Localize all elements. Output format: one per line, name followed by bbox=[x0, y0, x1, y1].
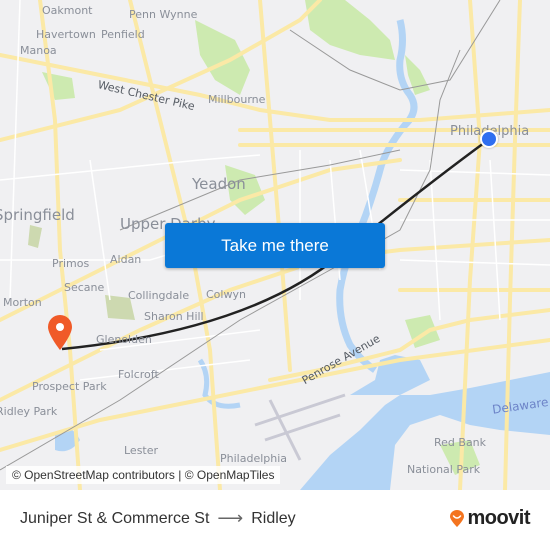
take-me-there-button[interactable]: Take me there bbox=[165, 223, 385, 268]
place-label: Penfield bbox=[101, 28, 145, 41]
arrow-right-icon: ⟶ bbox=[217, 508, 244, 528]
map-pin-icon bbox=[48, 315, 72, 350]
place-label: National Park bbox=[407, 463, 481, 476]
place-label: Lester bbox=[124, 444, 159, 457]
origin-marker[interactable] bbox=[480, 130, 498, 148]
place-label: Yeadon bbox=[192, 175, 246, 193]
place-label: Penn Wynne bbox=[129, 8, 198, 21]
place-label: Springfield bbox=[0, 206, 75, 224]
place-label: Sharon Hill bbox=[144, 310, 204, 323]
place-label: Folcroft bbox=[118, 368, 159, 381]
schuylkill-river bbox=[336, 19, 418, 373]
place-label: Aldan bbox=[110, 253, 142, 266]
park-west bbox=[42, 72, 75, 100]
place-label: Manoa bbox=[20, 44, 57, 57]
moovit-wordmark: moovit bbox=[467, 507, 530, 529]
park-springfield bbox=[28, 225, 42, 248]
map[interactable]: Oakmont Penn Wynne Havertown Penfield Ma… bbox=[0, 0, 550, 490]
park-fairmount bbox=[305, 0, 395, 60]
place-label: Glenolden bbox=[96, 333, 152, 346]
airport bbox=[254, 393, 346, 461]
park-cobbs bbox=[195, 20, 250, 95]
place-label: Red Bank bbox=[434, 436, 487, 449]
place-label: Millbourne bbox=[208, 93, 266, 106]
origin-name: Juniper St & Commerce St bbox=[20, 509, 210, 527]
place-label: Philadelphia bbox=[220, 452, 288, 465]
place-label: Morton bbox=[3, 296, 42, 309]
moovit-pin-icon bbox=[450, 509, 465, 527]
moovit-logo[interactable]: moovit bbox=[449, 507, 530, 530]
place-label: Ridley Park bbox=[0, 405, 58, 418]
footer: Juniper St & Commerce St ⟶ Ridley moovit bbox=[0, 490, 550, 550]
destination-marker[interactable] bbox=[47, 315, 73, 351]
place-label: Oakmont bbox=[42, 4, 93, 17]
route-title: Juniper St & Commerce St ⟶ Ridley bbox=[20, 508, 296, 529]
place-label: Secane bbox=[64, 281, 105, 294]
place-label: Colwyn bbox=[206, 288, 246, 301]
place-label: Collingdale bbox=[128, 289, 190, 302]
map-attribution[interactable]: © OpenStreetMap contributors | © OpenMap… bbox=[6, 466, 281, 484]
place-label: Havertown bbox=[36, 28, 96, 41]
place-label: Prospect Park bbox=[32, 380, 107, 393]
place-label: Primos bbox=[52, 257, 90, 270]
destination-name: Ridley bbox=[251, 509, 296, 527]
